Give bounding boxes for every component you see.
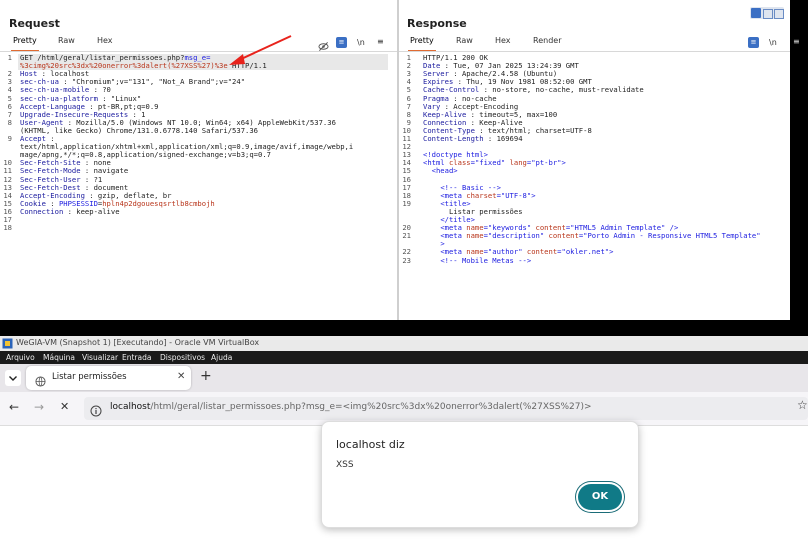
vbox-window-title: WeGIA-VM (Snapshot 1) [Executando] - Ora… [16,338,260,347]
line-number: 19 [402,198,411,208]
new-tab-icon[interactable]: + [200,368,212,384]
code-token: Connection [20,206,64,216]
alert-dialog: localhost diz XSS OK [321,421,639,528]
vbox-menu-dispositivos[interactable]: Dispositivos [160,353,205,362]
code-token: "fixed" [474,158,506,168]
code-line: <!-- Mobile Metas --> [423,255,532,265]
url-bar[interactable]: localhost/html/geral/listar_permissoes.p… [84,397,808,420]
code-token: "Porto Admin - Responsive HTML5 Template… [583,231,761,241]
response-tabs: Pretty Raw Hex Render [399,36,790,52]
dialog-message: XSS [336,460,354,470]
vbox-menu-arquivo[interactable]: Arquivo [6,353,35,362]
code-token: : keep-alive [63,206,120,216]
window-gap [0,320,808,336]
response-tab-pretty[interactable]: Pretty [408,36,436,52]
line-number: 23 [402,255,411,265]
tab-list-button[interactable] [5,370,21,386]
vbox-menu-ajuda[interactable]: Ajuda [211,353,232,362]
window-gap-right [790,0,808,336]
request-title: Request [9,17,60,30]
code-token: > [561,158,566,168]
line-number: 18 [3,223,12,233]
browser-tab-title: Listar permissões [52,372,127,382]
code-token: lang [509,158,527,168]
code-token: <head> [431,166,458,176]
response-title: Response [407,17,467,30]
code-token: content [526,247,558,257]
code-token: <!-- Mobile Metas --> [440,255,532,265]
forward-arrow-icon[interactable]: → [34,400,44,414]
code-token: > [531,190,536,200]
vbox-menubar: Arquivo Máquina Visualizar Entrada Dispo… [0,351,808,364]
code-token: name [466,231,484,241]
url-host: localhost [110,402,151,412]
chevron-down-icon [9,376,17,381]
response-tab-divider [399,51,790,52]
code-token: (KHTML, like Gecko) Chrome/131.0.6778.14… [20,125,258,135]
code-token: : 169694 [483,134,523,143]
code-token: > [609,247,614,257]
code-token: Content-Length [423,134,484,143]
code-token: "pt-br" [531,158,562,168]
response-menu-icon[interactable]: ≡ [793,37,800,46]
response-tab-raw[interactable]: Raw [456,36,473,45]
wrap-icon[interactable]: ≡ [748,37,759,48]
code-line: Content-Length : 169694 [423,134,523,143]
url-path: /html/geral/listar_permissoes.php?msg_e=… [150,402,592,412]
response-tab-render[interactable]: Render [533,36,561,45]
vbox-menu-visualizar[interactable]: Visualizar [82,353,118,362]
wrap-icon[interactable]: ≡ [336,37,347,48]
newline-icon[interactable]: \n [357,38,365,47]
layout-horizontal-icon[interactable] [763,9,773,19]
menu-icon[interactable]: ≡ [377,37,384,46]
code-token: : no-store, no-cache, must-revalidate [479,85,644,95]
page-favicon-icon [35,372,46,391]
code-token: content [548,231,579,241]
response-pane: Response Pretty Raw Hex Render ≡ \n 1 HTT… [399,0,790,320]
line-number: 21 [402,231,411,241]
request-tab-hex[interactable]: Hex [97,36,113,45]
url-text: localhost/html/geral/listar_permissoes.p… [110,402,592,412]
code-line: <meta name="description" content="Porto … [423,231,761,241]
request-tab-pretty[interactable]: Pretty [11,36,39,52]
code-token: "description" [487,231,545,241]
response-tab-hex[interactable]: Hex [495,36,511,45]
code-line: (KHTML, like Gecko) Chrome/131.0.6778.14… [20,125,258,135]
line-number: 1 [7,53,12,62]
newline-icon[interactable]: \n [769,38,777,47]
layout-single-icon[interactable] [774,9,784,19]
bookmark-star-icon[interactable]: ☆ [797,398,808,412]
stop-loading-icon[interactable]: ✕ [60,400,69,413]
request-pane: Request Pretty Raw Hex ≡ \n ≡ 1 GET /html… [0,0,397,320]
request-tab-raw[interactable]: Raw [58,36,75,45]
line-number: 9 [7,134,12,143]
browser-tab-active[interactable]: Listar permissões ✕ [26,366,191,390]
line-number: 8 [7,117,12,127]
vbox-menu-entrada[interactable]: Entrada [122,353,151,362]
code-line: Connection : keep-alive [20,206,120,216]
request-tab-divider [0,51,397,52]
red-arrow-annotation [229,35,292,65]
code-line: <head> [423,167,458,175]
back-arrow-icon[interactable]: ← [9,400,19,414]
virtualbox-logo-icon [2,338,13,349]
vbox-menu-maquina[interactable]: Máquina [43,353,75,362]
dialog-title: localhost diz [336,438,405,451]
code-token: "UTF-8" [500,190,532,200]
layout-split-icon[interactable] [751,8,761,18]
code-token: "okler.net" [561,247,610,257]
page-info-icon[interactable] [90,402,102,421]
layout-toggle[interactable] [750,7,784,19]
tab-close-icon[interactable]: ✕ [177,371,185,382]
ok-button[interactable]: OK [578,484,622,510]
vbox-titlebar: WeGIA-VM (Snapshot 1) [Executando] - Ora… [0,336,808,352]
